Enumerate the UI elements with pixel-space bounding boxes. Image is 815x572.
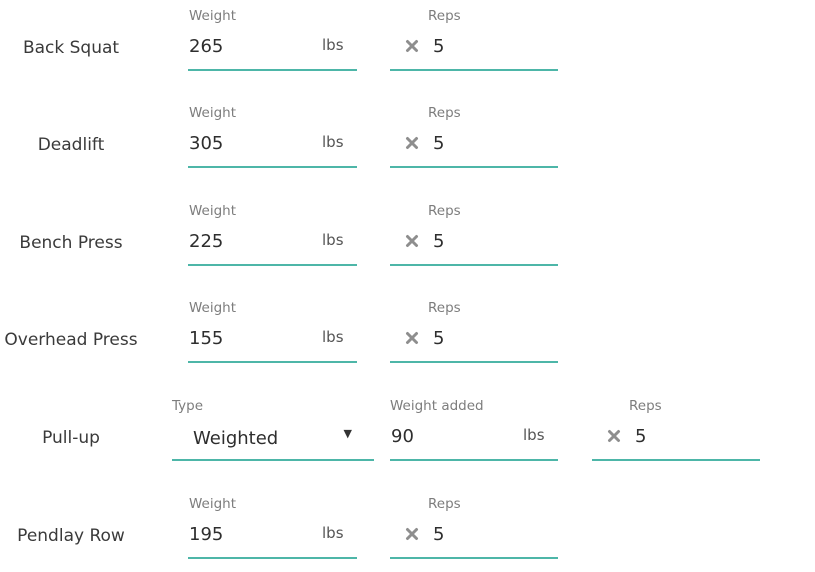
weight-field[interactable]: Weight 195 lbs [188,496,357,560]
reps-field[interactable]: Reps 5 [592,398,760,462]
close-x-icon [406,235,418,247]
reps-value[interactable]: 5 [433,133,444,154]
reps-field[interactable]: Reps 5 [390,496,558,560]
reps-label: Reps [428,300,461,316]
reps-label: Reps [428,8,461,24]
reps-value[interactable]: 5 [433,328,444,349]
weight-value[interactable]: 195 [189,524,223,545]
weight-underline [188,69,357,71]
weight-value[interactable]: 265 [189,36,223,57]
exercise-name: Pull-up [42,428,100,448]
exercise-row-deadlift: Deadlift Weight 305 lbs Reps 5 [0,105,815,175]
reps-label: Reps [629,398,662,414]
weight-label: Weight [189,105,237,121]
type-select[interactable]: Type Weighted ▼ [172,398,374,462]
exercise-row-pull-up: Pull-up Type Weighted ▼ Weight added 90 … [0,398,815,468]
weight-underline [188,166,357,168]
weight-unit: lbs [322,328,344,346]
exercise-name: Bench Press [19,233,123,253]
reps-field[interactable]: Reps 5 [390,105,558,169]
caret-down-icon[interactable]: ▼ [344,427,352,440]
close-x-icon [406,137,418,149]
exercise-name: Deadlift [37,135,105,155]
weight-label: Weight [189,8,237,24]
reps-label: Reps [428,203,461,219]
weight-underline [188,264,357,266]
close-x-icon [406,40,418,52]
weight-value[interactable]: 225 [189,231,223,252]
weight-underline [188,361,357,363]
weight-field[interactable]: Weight 155 lbs [188,300,357,364]
weight-unit: lbs [322,231,344,249]
weight-added-label: Weight added [390,398,484,414]
weight-label: Weight [189,300,237,316]
weight-field[interactable]: Weight 265 lbs [188,8,357,72]
reps-value[interactable]: 5 [635,426,646,447]
weight-unit: lbs [523,426,545,444]
weight-field[interactable]: Weight 225 lbs [188,203,357,267]
weight-unit: lbs [322,524,344,542]
reps-underline [390,166,558,168]
reps-value[interactable]: 5 [433,231,444,252]
weight-unit: lbs [322,36,344,54]
reps-value[interactable]: 5 [433,524,444,545]
weight-added-underline [390,459,558,461]
reps-label: Reps [428,496,461,512]
exercise-row-bench-press: Bench Press Weight 225 lbs Reps 5 [0,203,815,273]
weight-field[interactable]: Weight 305 lbs [188,105,357,169]
exercise-name: Back Squat [22,38,120,58]
close-x-icon [406,528,418,540]
weight-unit: lbs [322,133,344,151]
weight-label: Weight [189,496,237,512]
reps-value[interactable]: 5 [433,36,444,57]
exercise-name: Pendlay Row [17,526,125,546]
exercise-row-back-squat: Back Squat Weight 265 lbs Reps 5 [0,8,815,78]
reps-label: Reps [428,105,461,121]
weight-value[interactable]: 305 [189,133,223,154]
reps-underline [592,459,760,461]
exercise-row-pendlay-row: Pendlay Row Weight 195 lbs Reps 5 [0,496,815,566]
weight-underline [188,557,357,559]
close-x-icon [406,332,418,344]
exercise-row-overhead-press: Overhead Press Weight 155 lbs Reps 5 [0,300,815,370]
weight-value[interactable]: 155 [189,328,223,349]
reps-field[interactable]: Reps 5 [390,300,558,364]
type-underline [172,459,374,461]
reps-underline [390,361,558,363]
type-label: Type [172,398,204,414]
reps-field[interactable]: Reps 5 [390,8,558,72]
reps-underline [390,264,558,266]
exercise-name: Overhead Press [4,330,138,350]
reps-underline [390,69,558,71]
reps-field[interactable]: Reps 5 [390,203,558,267]
reps-underline [390,557,558,559]
close-x-icon [608,430,620,442]
weight-added-value[interactable]: 90 [391,426,414,447]
type-value[interactable]: Weighted [193,428,278,449]
weight-label: Weight [189,203,237,219]
weight-added-field[interactable]: Weight added 90 lbs [390,398,558,462]
